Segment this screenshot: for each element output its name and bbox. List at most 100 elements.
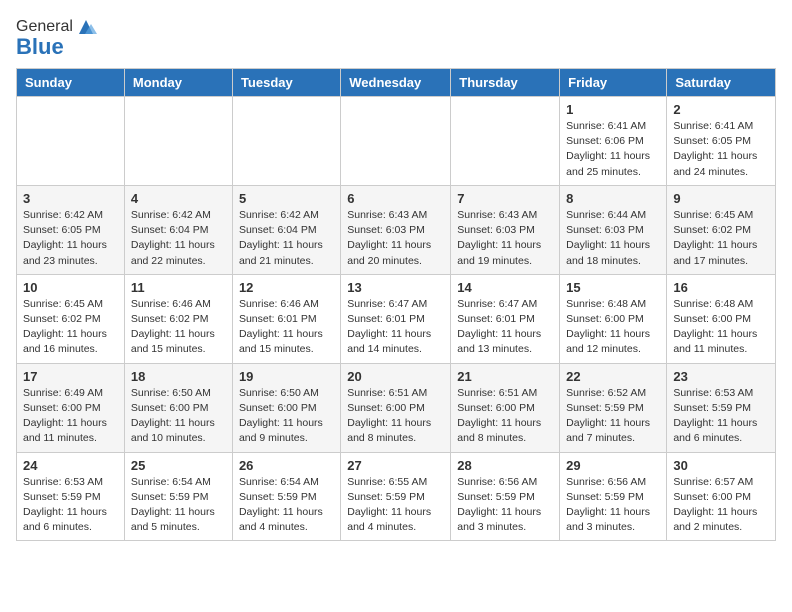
calendar-header-thursday: Thursday — [451, 69, 560, 97]
day-info: Sunrise: 6:53 AM Sunset: 5:59 PM Dayligh… — [673, 386, 769, 447]
calendar-header-monday: Monday — [124, 69, 232, 97]
day-number: 27 — [347, 458, 444, 473]
calendar-cell — [17, 97, 125, 186]
calendar-cell: 17 Sunrise: 6:49 AM Sunset: 6:00 PM Dayli… — [17, 363, 125, 452]
calendar-cell: 1 Sunrise: 6:41 AM Sunset: 6:06 PM Daylig… — [560, 97, 667, 186]
day-info: Sunrise: 6:42 AM Sunset: 6:05 PM Dayligh… — [23, 208, 118, 269]
calendar-week-row: 1 Sunrise: 6:41 AM Sunset: 6:06 PM Daylig… — [17, 97, 776, 186]
day-info: Sunrise: 6:42 AM Sunset: 6:04 PM Dayligh… — [131, 208, 226, 269]
day-number: 12 — [239, 280, 334, 295]
day-number: 5 — [239, 191, 334, 206]
calendar-cell: 22 Sunrise: 6:52 AM Sunset: 5:59 PM Dayli… — [560, 363, 667, 452]
day-number: 1 — [566, 102, 660, 117]
logo: General Blue — [16, 16, 97, 60]
day-number: 8 — [566, 191, 660, 206]
day-info: Sunrise: 6:51 AM Sunset: 6:00 PM Dayligh… — [457, 386, 553, 447]
day-info: Sunrise: 6:53 AM Sunset: 5:59 PM Dayligh… — [23, 475, 118, 536]
calendar-header-row: SundayMondayTuesdayWednesdayThursdayFrid… — [17, 69, 776, 97]
calendar-week-row: 10 Sunrise: 6:45 AM Sunset: 6:02 PM Dayli… — [17, 274, 776, 363]
day-info: Sunrise: 6:45 AM Sunset: 6:02 PM Dayligh… — [23, 297, 118, 358]
calendar-cell: 7 Sunrise: 6:43 AM Sunset: 6:03 PM Daylig… — [451, 185, 560, 274]
day-number: 10 — [23, 280, 118, 295]
calendar-cell: 20 Sunrise: 6:51 AM Sunset: 6:00 PM Dayli… — [341, 363, 451, 452]
day-number: 15 — [566, 280, 660, 295]
day-number: 13 — [347, 280, 444, 295]
day-number: 18 — [131, 369, 226, 384]
day-info: Sunrise: 6:43 AM Sunset: 6:03 PM Dayligh… — [457, 208, 553, 269]
calendar-cell: 4 Sunrise: 6:42 AM Sunset: 6:04 PM Daylig… — [124, 185, 232, 274]
day-info: Sunrise: 6:54 AM Sunset: 5:59 PM Dayligh… — [239, 475, 334, 536]
day-info: Sunrise: 6:41 AM Sunset: 6:05 PM Dayligh… — [673, 119, 769, 180]
day-number: 17 — [23, 369, 118, 384]
day-number: 4 — [131, 191, 226, 206]
day-info: Sunrise: 6:56 AM Sunset: 5:59 PM Dayligh… — [457, 475, 553, 536]
day-info: Sunrise: 6:50 AM Sunset: 6:00 PM Dayligh… — [239, 386, 334, 447]
calendar-cell: 24Sunrise: 6:53 AM Sunset: 5:59 PM Dayli… — [17, 452, 125, 541]
day-info: Sunrise: 6:45 AM Sunset: 6:02 PM Dayligh… — [673, 208, 769, 269]
calendar-header-tuesday: Tuesday — [232, 69, 340, 97]
calendar-cell: 6 Sunrise: 6:43 AM Sunset: 6:03 PM Daylig… — [341, 185, 451, 274]
day-info: Sunrise: 6:56 AM Sunset: 5:59 PM Dayligh… — [566, 475, 660, 536]
calendar-cell: 29 Sunrise: 6:56 AM Sunset: 5:59 PM Dayli… — [560, 452, 667, 541]
day-info: Sunrise: 6:44 AM Sunset: 6:03 PM Dayligh… — [566, 208, 660, 269]
calendar-cell: 3 Sunrise: 6:42 AM Sunset: 6:05 PM Daylig… — [17, 185, 125, 274]
day-number: 14 — [457, 280, 553, 295]
day-info: Sunrise: 6:47 AM Sunset: 6:01 PM Dayligh… — [457, 297, 553, 358]
calendar-cell: 8 Sunrise: 6:44 AM Sunset: 6:03 PM Daylig… — [560, 185, 667, 274]
calendar-cell: 26 Sunrise: 6:54 AM Sunset: 5:59 PM Dayli… — [232, 452, 340, 541]
calendar-cell: 9 Sunrise: 6:45 AM Sunset: 6:02 PM Daylig… — [667, 185, 776, 274]
day-number: 30 — [673, 458, 769, 473]
calendar-cell: 14 Sunrise: 6:47 AM Sunset: 6:01 PM Dayli… — [451, 274, 560, 363]
calendar-cell: 30 Sunrise: 6:57 AM Sunset: 6:00 PM Dayli… — [667, 452, 776, 541]
calendar-cell: 23 Sunrise: 6:53 AM Sunset: 5:59 PM Dayli… — [667, 363, 776, 452]
day-info: Sunrise: 6:42 AM Sunset: 6:04 PM Dayligh… — [239, 208, 334, 269]
day-info: Sunrise: 6:52 AM Sunset: 5:59 PM Dayligh… — [566, 386, 660, 447]
day-info: Sunrise: 6:54 AM Sunset: 5:59 PM Dayligh… — [131, 475, 226, 536]
calendar-cell: 27 Sunrise: 6:55 AM Sunset: 5:59 PM Dayli… — [341, 452, 451, 541]
day-number: 2 — [673, 102, 769, 117]
calendar-cell: 10 Sunrise: 6:45 AM Sunset: 6:02 PM Dayli… — [17, 274, 125, 363]
day-info: Sunrise: 6:41 AM Sunset: 6:06 PM Dayligh… — [566, 119, 660, 180]
calendar-cell: 18 Sunrise: 6:50 AM Sunset: 6:00 PM Dayli… — [124, 363, 232, 452]
calendar-week-row: 24Sunrise: 6:53 AM Sunset: 5:59 PM Dayli… — [17, 452, 776, 541]
day-info: Sunrise: 6:46 AM Sunset: 6:01 PM Dayligh… — [239, 297, 334, 358]
day-number: 16 — [673, 280, 769, 295]
calendar: SundayMondayTuesdayWednesdayThursdayFrid… — [16, 68, 776, 541]
calendar-header-friday: Friday — [560, 69, 667, 97]
day-number: 29 — [566, 458, 660, 473]
day-number: 28 — [457, 458, 553, 473]
day-number: 6 — [347, 191, 444, 206]
day-info: Sunrise: 6:49 AM Sunset: 6:00 PM Dayligh… — [23, 386, 118, 447]
day-number: 26 — [239, 458, 334, 473]
day-number: 7 — [457, 191, 553, 206]
day-info: Sunrise: 6:43 AM Sunset: 6:03 PM Dayligh… — [347, 208, 444, 269]
calendar-cell: 13Sunrise: 6:47 AM Sunset: 6:01 PM Dayli… — [341, 274, 451, 363]
day-number: 25 — [131, 458, 226, 473]
day-number: 11 — [131, 280, 226, 295]
calendar-cell: 25 Sunrise: 6:54 AM Sunset: 5:59 PM Dayli… — [124, 452, 232, 541]
calendar-cell: 5 Sunrise: 6:42 AM Sunset: 6:04 PM Daylig… — [232, 185, 340, 274]
day-info: Sunrise: 6:50 AM Sunset: 6:00 PM Dayligh… — [131, 386, 226, 447]
day-info: Sunrise: 6:46 AM Sunset: 6:02 PM Dayligh… — [131, 297, 226, 358]
day-info: Sunrise: 6:55 AM Sunset: 5:59 PM Dayligh… — [347, 475, 444, 536]
calendar-cell: 2 Sunrise: 6:41 AM Sunset: 6:05 PM Daylig… — [667, 97, 776, 186]
day-number: 22 — [566, 369, 660, 384]
calendar-cell: 15Sunrise: 6:48 AM Sunset: 6:00 PM Dayli… — [560, 274, 667, 363]
calendar-cell: 19Sunrise: 6:50 AM Sunset: 6:00 PM Dayli… — [232, 363, 340, 452]
calendar-cell: 12 Sunrise: 6:46 AM Sunset: 6:01 PM Dayli… — [232, 274, 340, 363]
logo-icon — [75, 16, 97, 38]
day-number: 3 — [23, 191, 118, 206]
day-number: 23 — [673, 369, 769, 384]
day-info: Sunrise: 6:57 AM Sunset: 6:00 PM Dayligh… — [673, 475, 769, 536]
calendar-cell: 28 Sunrise: 6:56 AM Sunset: 5:59 PM Dayli… — [451, 452, 560, 541]
calendar-cell — [451, 97, 560, 186]
day-number: 21 — [457, 369, 553, 384]
calendar-cell: 11 Sunrise: 6:46 AM Sunset: 6:02 PM Dayli… — [124, 274, 232, 363]
calendar-header-saturday: Saturday — [667, 69, 776, 97]
day-info: Sunrise: 6:51 AM Sunset: 6:00 PM Dayligh… — [347, 386, 444, 447]
calendar-cell: 16 Sunrise: 6:48 AM Sunset: 6:00 PM Dayli… — [667, 274, 776, 363]
day-info: Sunrise: 6:48 AM Sunset: 6:00 PM Dayligh… — [673, 297, 769, 358]
calendar-cell: 21 Sunrise: 6:51 AM Sunset: 6:00 PM Dayli… — [451, 363, 560, 452]
day-number: 20 — [347, 369, 444, 384]
day-number: 9 — [673, 191, 769, 206]
